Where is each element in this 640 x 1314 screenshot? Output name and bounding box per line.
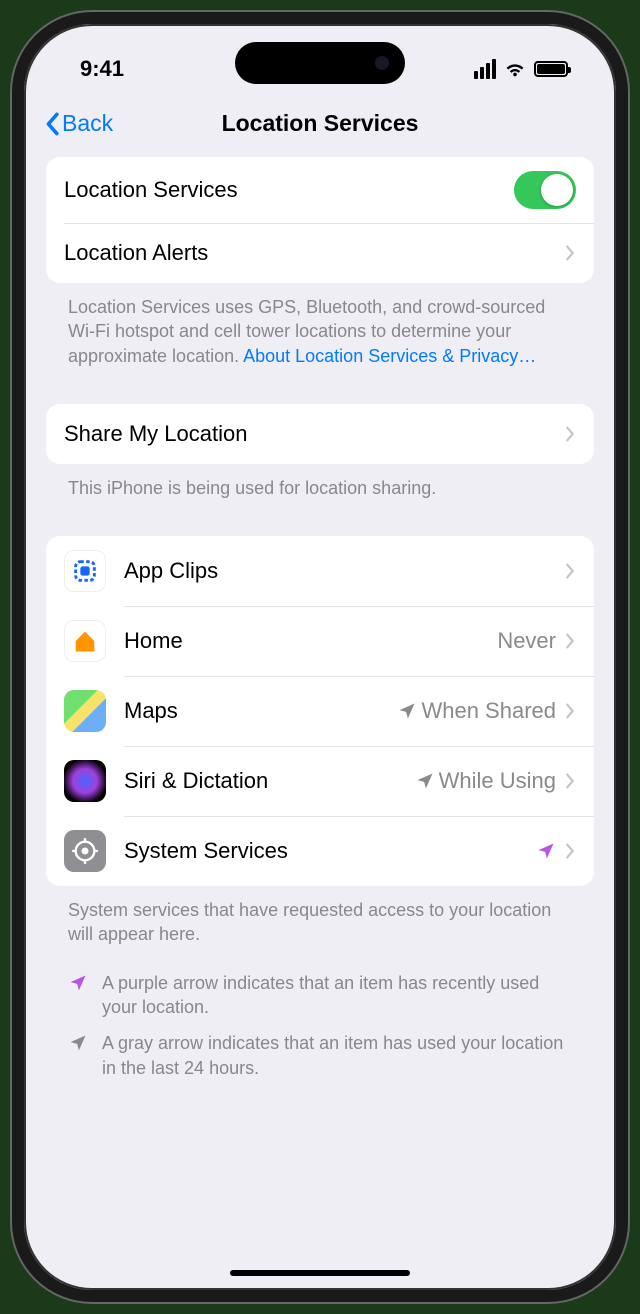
about-privacy-link[interactable]: About Location Services & Privacy… <box>243 346 536 366</box>
back-button[interactable]: Back <box>44 110 113 137</box>
chevron-right-icon <box>564 562 576 580</box>
phone-frame: 9:41 Back Location Services Location Ser… <box>12 12 628 1302</box>
row-label: Maps <box>124 698 397 724</box>
row-system-services[interactable]: System Services <box>46 816 594 886</box>
row-label: System Services <box>124 838 536 864</box>
chevron-right-icon <box>564 842 576 860</box>
location-footer: Location Services uses GPS, Bluetooth, a… <box>46 283 594 376</box>
dynamic-island <box>235 42 405 84</box>
app-clips-icon <box>64 550 106 592</box>
maps-icon <box>64 690 106 732</box>
wifi-icon <box>504 58 526 80</box>
location-arrow-gray-icon <box>415 771 435 791</box>
chevron-left-icon <box>44 112 60 136</box>
chevron-right-icon <box>564 244 576 262</box>
chevron-right-icon <box>564 632 576 650</box>
row-value: When Shared <box>397 698 556 724</box>
row-label: Siri & Dictation <box>124 768 415 794</box>
group-share: Share My Location <box>46 404 594 464</box>
row-home[interactable]: Home Never <box>46 606 594 676</box>
cellular-signal-icon <box>474 59 496 79</box>
location-arrow-purple-icon <box>68 973 88 993</box>
row-value <box>536 841 556 861</box>
row-siri[interactable]: Siri & Dictation While Using <box>46 746 594 816</box>
row-label: Location Services <box>64 177 514 203</box>
row-location-services[interactable]: Location Services <box>46 157 594 223</box>
legend-purple-text: A purple arrow indicates that an item ha… <box>102 971 572 1020</box>
row-value: While Using <box>415 768 556 794</box>
row-label: Home <box>124 628 497 654</box>
page-title: Location Services <box>222 110 419 137</box>
group-apps: App Clips Home Never Maps When Shared <box>46 536 594 886</box>
apps-footer: System services that have requested acce… <box>46 886 594 955</box>
row-label: Location Alerts <box>64 240 564 266</box>
group-location: Location Services Location Alerts <box>46 157 594 283</box>
location-arrow-purple-icon <box>536 841 556 861</box>
location-arrow-gray-icon <box>397 701 417 721</box>
row-label: Share My Location <box>64 421 564 447</box>
row-share-my-location[interactable]: Share My Location <box>46 404 594 464</box>
chevron-right-icon <box>564 772 576 790</box>
status-time: 9:41 <box>80 56 124 82</box>
chevron-right-icon <box>564 702 576 720</box>
location-arrow-gray-icon <box>68 1033 88 1053</box>
nav-bar: Back Location Services <box>24 94 616 157</box>
row-location-alerts[interactable]: Location Alerts <box>46 223 594 283</box>
legend: A purple arrow indicates that an item ha… <box>46 955 594 1090</box>
siri-icon <box>64 760 106 802</box>
chevron-right-icon <box>564 425 576 443</box>
row-app-clips[interactable]: App Clips <box>46 536 594 606</box>
system-services-icon <box>64 830 106 872</box>
back-label: Back <box>62 110 113 137</box>
home-icon <box>64 620 106 662</box>
share-footer: This iPhone is being used for location s… <box>46 464 594 508</box>
row-value: Never <box>497 628 556 654</box>
battery-icon <box>534 61 568 77</box>
location-services-toggle[interactable] <box>514 171 576 209</box>
home-indicator[interactable] <box>230 1270 410 1276</box>
row-maps[interactable]: Maps When Shared <box>46 676 594 746</box>
legend-gray-text: A gray arrow indicates that an item has … <box>102 1031 572 1080</box>
row-label: App Clips <box>124 558 556 584</box>
